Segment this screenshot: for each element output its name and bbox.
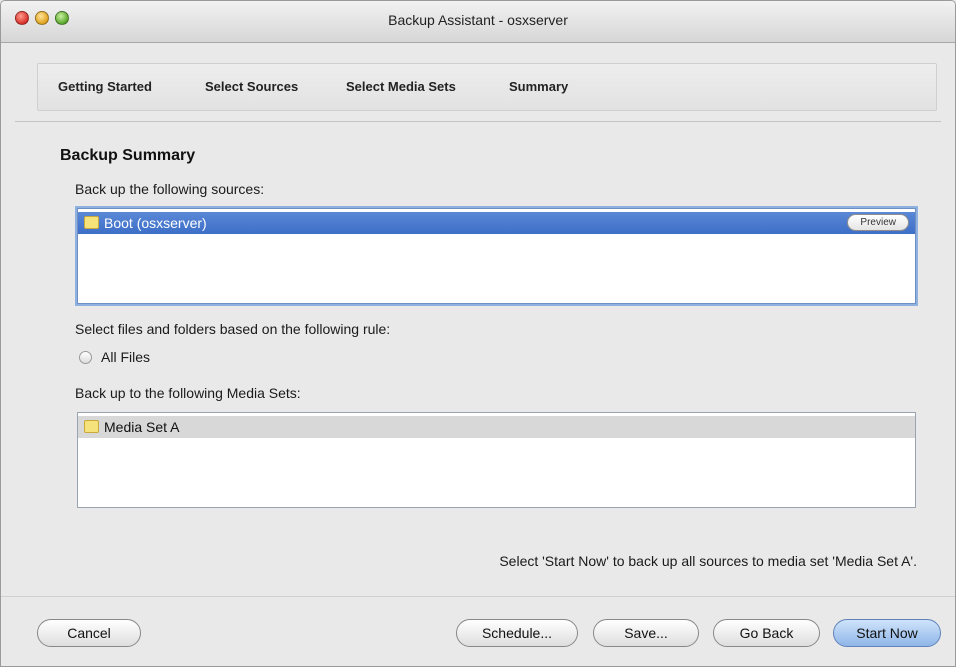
schedule-button[interactable]: Schedule... [456, 619, 578, 647]
cancel-button[interactable]: Cancel [37, 619, 141, 647]
media-sets-label: Back up to the following Media Sets: [75, 385, 301, 401]
source-row[interactable]: Boot (osxserver) Preview [78, 212, 915, 234]
backup-assistant-window: Backup Assistant - osxserver Getting Sta… [0, 0, 956, 667]
sources-list[interactable]: Boot (osxserver) Preview [77, 208, 916, 304]
title-bar[interactable]: Backup Assistant - osxserver [1, 1, 955, 43]
window-title: Backup Assistant - osxserver [388, 12, 568, 28]
backup-summary-heading: Backup Summary [60, 147, 196, 164]
step-navigation: Getting Started Select Sources Select Me… [37, 63, 937, 111]
media-sets-list[interactable]: Media Set A [77, 412, 916, 508]
volume-icon [84, 216, 99, 229]
step-getting-started[interactable]: Getting Started [58, 79, 152, 94]
media-set-name: Media Set A [104, 419, 180, 435]
media-set-row[interactable]: Media Set A [78, 416, 915, 438]
rule-radio-button[interactable] [79, 351, 92, 364]
start-now-button[interactable]: Start Now [833, 619, 941, 647]
preview-button[interactable]: Preview [847, 214, 909, 231]
save-button[interactable]: Save... [593, 619, 699, 647]
go-back-button[interactable]: Go Back [713, 619, 820, 647]
step-summary[interactable]: Summary [509, 79, 568, 94]
status-message: Select 'Start Now' to back up all source… [499, 553, 917, 569]
rule-option-label: All Files [101, 349, 151, 365]
source-name: Boot (osxserver) [104, 215, 207, 231]
rule-label: Select files and folders based on the fo… [75, 321, 391, 337]
header-divider [15, 121, 941, 122]
footer-divider [1, 596, 955, 597]
media-set-icon [84, 420, 99, 433]
step-select-media-sets[interactable]: Select Media Sets [346, 79, 456, 94]
sources-label: Back up the following sources: [75, 181, 265, 197]
step-select-sources[interactable]: Select Sources [205, 79, 298, 94]
